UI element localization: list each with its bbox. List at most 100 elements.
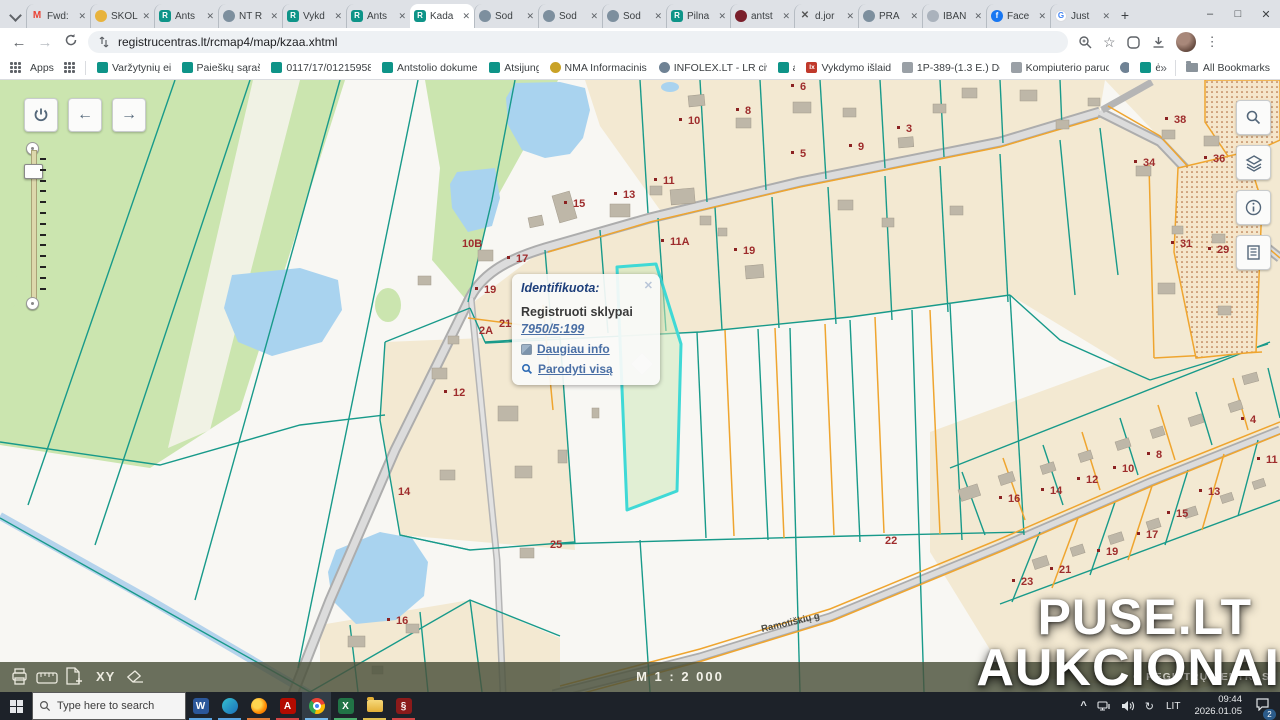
print-button[interactable]: [10, 667, 29, 691]
map-layers-button[interactable]: [1236, 145, 1271, 180]
bookmark-apps[interactable]: Apps: [26, 62, 54, 74]
tab-close-icon[interactable]: ✕: [142, 11, 150, 22]
tab-close-icon[interactable]: ✕: [1102, 11, 1110, 22]
tab-close-icon[interactable]: ✕: [654, 11, 662, 22]
tab-close-icon[interactable]: ✕: [782, 11, 790, 22]
taskbar-app-legal[interactable]: §: [389, 692, 418, 720]
browser-tab[interactable]: RVykd✕: [282, 4, 346, 28]
more-info-link[interactable]: Daugiau info: [521, 342, 651, 356]
zoom-icon[interactable]: [1078, 35, 1093, 50]
map-forward-button[interactable]: →: [112, 98, 146, 132]
bookmark-item[interactable]: IxVykdymo išlaidos.: [806, 62, 890, 74]
browser-tab[interactable]: RKada✕: [410, 4, 474, 28]
taskbar-app-edge[interactable]: [215, 692, 244, 720]
network-icon[interactable]: [1097, 700, 1111, 712]
new-tab-button[interactable]: +: [1114, 4, 1136, 26]
map-back-button[interactable]: ←: [68, 98, 102, 132]
address-bar[interactable]: registrucentras.lt/rcmap4/map/kzaa.xhtml: [88, 31, 1068, 53]
tab-close-icon[interactable]: ✕: [846, 11, 854, 22]
tab-close-icon[interactable]: ✕: [206, 11, 214, 22]
taskbar-app-explorer[interactable]: [360, 692, 389, 720]
zoom-out-knob[interactable]: [26, 297, 39, 310]
bookmark-item[interactable]: NMA Informacinis p...: [550, 62, 648, 74]
browser-tab[interactable]: RPilna✕: [666, 4, 730, 28]
reload-button[interactable]: [58, 33, 84, 51]
apps-grid-icon-2[interactable]: [64, 62, 75, 73]
all-bookmarks-button[interactable]: All Bookmarks: [1175, 60, 1280, 76]
bookmark-item[interactable]: 0117/17/012159580...: [271, 62, 371, 74]
tab-close-icon[interactable]: ✕: [398, 11, 406, 22]
bookmark-item[interactable]: Antstolio dokumentai: [382, 62, 478, 74]
parcel-code-link[interactable]: 7950/5:199: [521, 322, 651, 336]
close-button[interactable]: ✕: [1252, 8, 1280, 21]
download-icon[interactable]: [1151, 35, 1166, 50]
language-indicator[interactable]: LIT: [1166, 701, 1180, 712]
site-settings-icon[interactable]: [98, 36, 110, 48]
taskbar-app-chrome[interactable]: [302, 692, 331, 720]
browser-tab[interactable]: RAnts✕: [346, 4, 410, 28]
tab-close-icon[interactable]: ✕: [78, 11, 86, 22]
browser-tab[interactable]: antst✕: [730, 4, 794, 28]
map-viewport[interactable]: Ramotiškių g 6810539383634312910B1715131…: [0, 80, 1280, 692]
taskbar-app-acrobat[interactable]: A: [273, 692, 302, 720]
bookmarks-overflow-chevron[interactable]: »: [1160, 61, 1167, 75]
popup-close-button[interactable]: ✕: [644, 279, 653, 292]
taskbar-app-firefox[interactable]: [244, 692, 273, 720]
tab-close-icon[interactable]: ✕: [1038, 11, 1046, 22]
bookmark-item[interactable]: 1P-389-(1.3 E.) Dėl...: [902, 62, 1000, 74]
tab-close-icon[interactable]: ✕: [910, 11, 918, 22]
menu-kebab-icon[interactable]: ⋮: [1206, 34, 1219, 50]
show-all-link[interactable]: Parodyti visą: [521, 362, 651, 376]
browser-tab[interactable]: NT R✕: [218, 4, 282, 28]
start-button[interactable]: [0, 692, 32, 720]
map-info-button[interactable]: [1236, 190, 1271, 225]
bookmark-item[interactable]: [1120, 62, 1129, 73]
browser-tab[interactable]: Sod✕: [474, 4, 538, 28]
taskbar-app-word[interactable]: W: [186, 692, 215, 720]
bookmark-item[interactable]: Kompiuterio paruoš...: [1011, 62, 1109, 74]
map-legend-button[interactable]: [1236, 235, 1271, 270]
bookmark-item[interactable]: ėl: [1140, 62, 1160, 74]
clock[interactable]: 09:44 2026.01.05: [1194, 694, 1242, 718]
back-button[interactable]: ←: [6, 34, 32, 51]
apps-grid-icon[interactable]: [10, 62, 21, 73]
tab-close-icon[interactable]: ✕: [974, 11, 982, 22]
tab-search-icon[interactable]: [8, 8, 22, 22]
tab-close-icon[interactable]: ✕: [526, 11, 534, 22]
tab-close-icon[interactable]: ✕: [270, 11, 278, 22]
browser-tab[interactable]: SKOL✕: [90, 4, 154, 28]
browser-tab[interactable]: MFwd:✕: [26, 4, 90, 28]
session-power-button[interactable]: [24, 98, 58, 132]
browser-tab[interactable]: GJust✕: [1050, 4, 1114, 28]
measure-button[interactable]: [36, 671, 58, 689]
profile-avatar[interactable]: [1176, 32, 1196, 52]
maximize-button[interactable]: □: [1224, 8, 1252, 20]
erase-button[interactable]: [126, 670, 145, 689]
forward-button[interactable]: →: [32, 34, 58, 51]
zoom-handle[interactable]: [24, 164, 43, 179]
browser-tab[interactable]: IBAN✕: [922, 4, 986, 28]
browser-tab[interactable]: RAnts✕: [154, 4, 218, 28]
bookmark-item[interactable]: a: [778, 62, 796, 74]
bookmark-item[interactable]: Atsijungti: [489, 62, 538, 74]
tab-close-icon[interactable]: ✕: [590, 11, 598, 22]
xy-coordinates-button[interactable]: XY: [96, 669, 115, 684]
tray-caret-icon[interactable]: ^: [1080, 700, 1086, 712]
browser-tab[interactable]: ✕d.jor✕: [794, 4, 858, 28]
bookmark-star-icon[interactable]: ☆: [1103, 34, 1116, 51]
sync-icon[interactable]: ↻: [1145, 700, 1154, 713]
taskbar-search[interactable]: Type here to search: [32, 692, 186, 720]
tab-close-icon[interactable]: ✕: [334, 11, 342, 22]
browser-tab[interactable]: Sod✕: [602, 4, 666, 28]
bookmark-item[interactable]: INFOLEX.LT - LR civil...: [659, 62, 767, 74]
taskbar-app-excel[interactable]: X: [331, 692, 360, 720]
bookmark-item[interactable]: Varžytynių eiga: [97, 62, 171, 74]
tab-close-icon[interactable]: ✕: [718, 11, 726, 22]
volume-icon[interactable]: [1121, 700, 1135, 712]
extensions-icon[interactable]: [1126, 35, 1141, 50]
notifications-button[interactable]: 2: [1255, 697, 1270, 716]
tab-close-icon[interactable]: ✕: [462, 11, 470, 22]
add-document-button[interactable]: [64, 667, 82, 692]
bookmark-item[interactable]: Paieškų sąrašas: [182, 62, 261, 74]
browser-tab[interactable]: Sod✕: [538, 4, 602, 28]
